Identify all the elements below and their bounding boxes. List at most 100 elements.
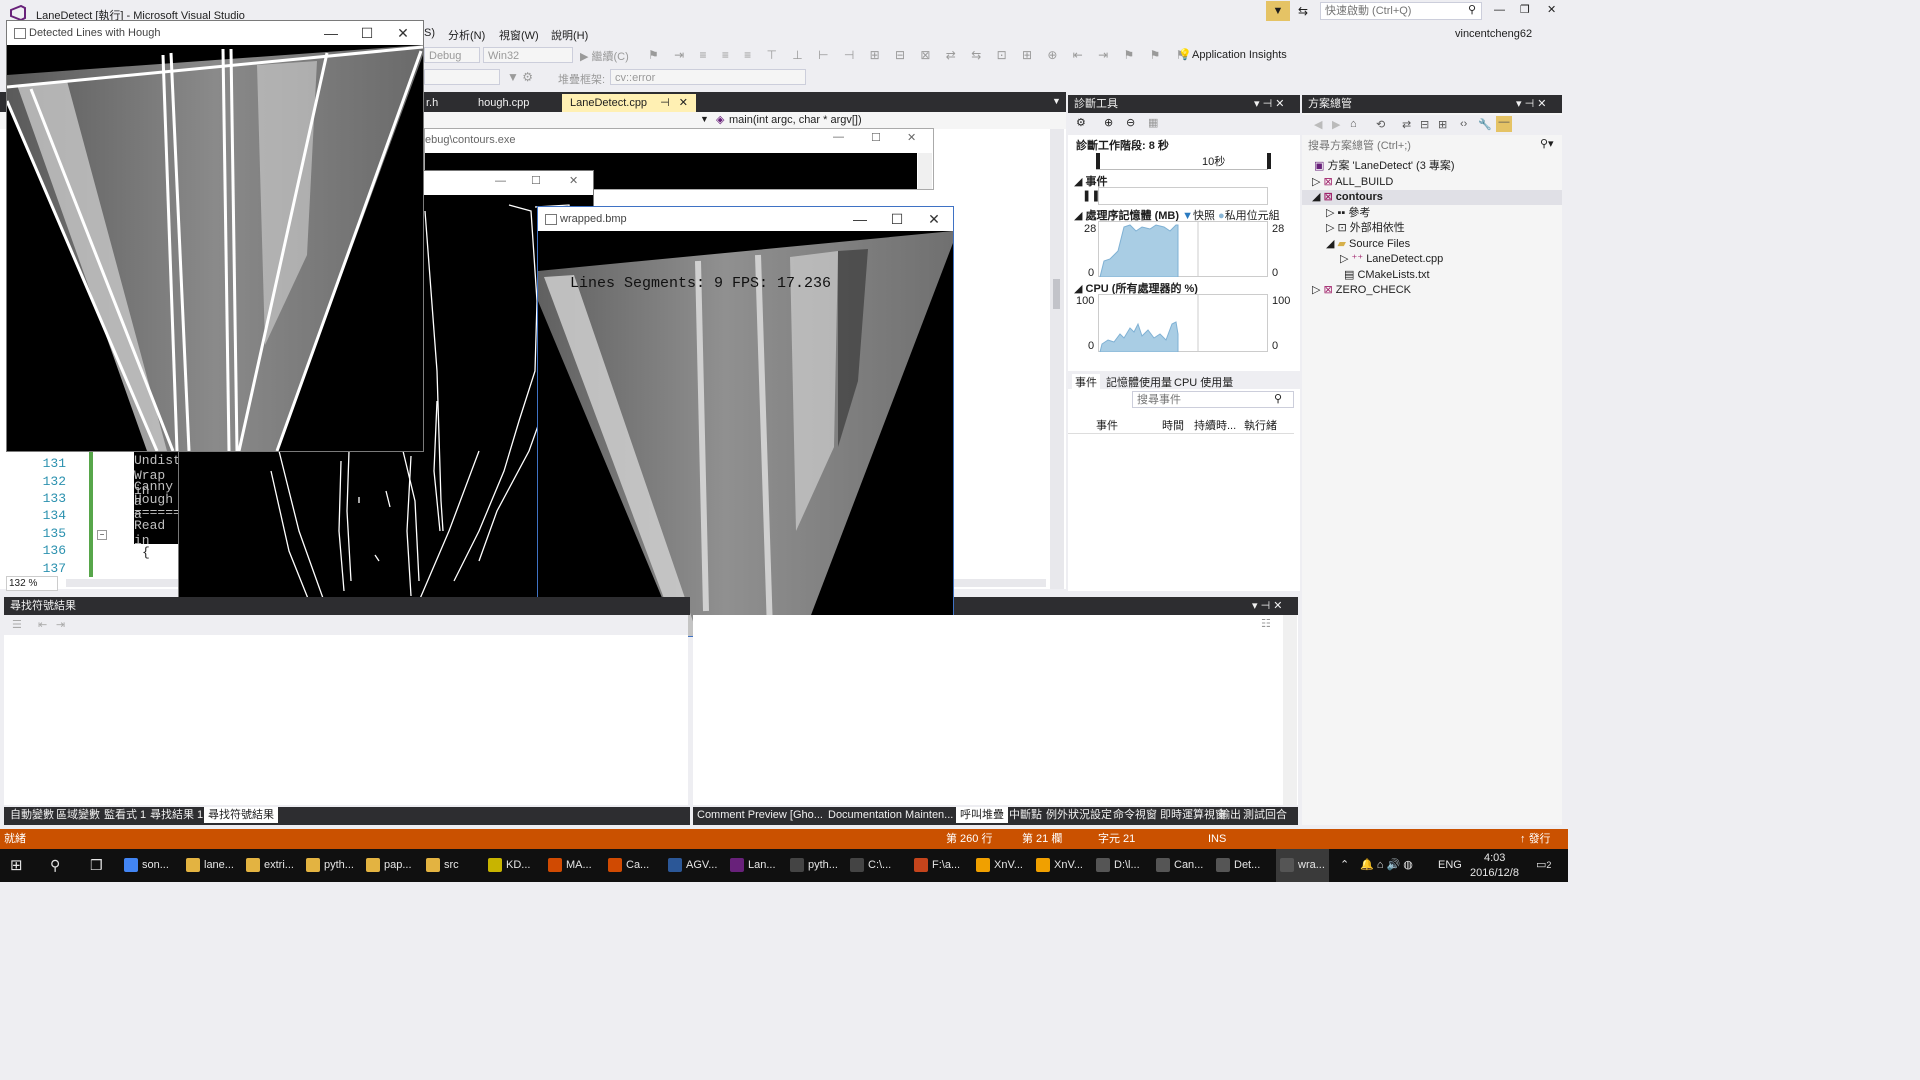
taskbar-app[interactable]: src	[426, 849, 459, 882]
tab-hough-cpp[interactable]: hough.cpp	[470, 94, 537, 112]
close-button[interactable]: ✕	[1547, 3, 1556, 16]
tray-up-icon[interactable]: ⌃	[1340, 849, 1349, 882]
menu-item-window[interactable]: 視窗(W)	[499, 27, 539, 43]
pin-icon[interactable]: ⊣	[660, 97, 670, 109]
pane-controls[interactable]: ▾ ⊣ ✕	[1516, 95, 1546, 113]
next-icon[interactable]: ⇥	[56, 618, 65, 631]
tree-contours[interactable]: ◢ ⊠ contours	[1302, 190, 1562, 205]
tree-external-deps[interactable]: ▷ ⊡ 外部相依性	[1326, 221, 1405, 236]
gear-icon[interactable]: ⚙	[1076, 116, 1086, 129]
vertical-scrollbar[interactable]	[1050, 129, 1064, 589]
tab-exception-settings[interactable]: 例外狀況設定	[1042, 807, 1116, 823]
columns-icon[interactable]: ☷	[1261, 617, 1271, 630]
tree-references[interactable]: ▷ ▪▪ 參考	[1326, 206, 1370, 221]
taskbar-app[interactable]: D:\l...	[1096, 849, 1140, 882]
prev-icon[interactable]: ⇤	[38, 618, 47, 631]
tray-icons[interactable]: 🔔 ⌂ 🔊 ◍	[1360, 849, 1413, 882]
expand-icon[interactable]: ▷	[1326, 222, 1338, 234]
config-combo[interactable]: Debug	[424, 47, 480, 63]
taskbar-app[interactable]: C:\...	[850, 849, 891, 882]
taskbar-app[interactable]: wra...	[1276, 849, 1329, 882]
maximize-button[interactable]: ❐	[1520, 3, 1530, 16]
tab-autos[interactable]: 自動變數	[6, 807, 58, 823]
history-icon[interactable]: ⟲	[1376, 118, 1385, 131]
tree-source-files[interactable]: ◢ ▰ Source Files	[1326, 237, 1410, 252]
taskbar-app[interactable]: KD...	[488, 849, 530, 882]
tab-call-stack[interactable]: 呼叫堆疊	[956, 807, 1008, 823]
hough-lines-window[interactable]: Detected Lines with Hough — ☐ ✕	[6, 20, 424, 452]
console-scrollbar[interactable]	[918, 153, 932, 189]
taskbar-app[interactable]: pyth...	[306, 849, 354, 882]
feedback-icon[interactable]: ⇆	[1298, 4, 1308, 18]
tab-watch1[interactable]: 監看式 1	[100, 807, 150, 823]
bottom-right-scrollbar[interactable]	[1283, 615, 1297, 805]
home-icon[interactable]: ⌂	[1350, 118, 1357, 130]
member-combo[interactable]: main(int argc, char * argv[])	[729, 114, 862, 126]
taskbar-app[interactable]: Can...	[1156, 849, 1203, 882]
taskbar-app[interactable]: AGV...	[668, 849, 717, 882]
diag-timeline[interactable]: 10秒	[1096, 153, 1271, 170]
col-time[interactable]: 時間	[1162, 417, 1184, 433]
taskbar-app[interactable]: XnV...	[1036, 849, 1083, 882]
taskbar-app[interactable]: Lan...	[730, 849, 776, 882]
task-view-icon[interactable]: ❒	[90, 849, 103, 882]
tab-documentation[interactable]: Documentation Mainten...	[824, 807, 957, 823]
tree-zero-check[interactable]: ▷ ⊠ ZERO_CHECK	[1312, 283, 1411, 298]
pane-controls[interactable]: ▾ ⊣ ✕	[1252, 597, 1282, 615]
tab-find-results1[interactable]: 尋找結果 1	[146, 807, 207, 823]
user-name[interactable]: vincentcheng62	[1455, 28, 1532, 40]
expand-icon[interactable]: ▷	[1326, 207, 1338, 219]
menu-item-s[interactable]: S)	[424, 27, 435, 39]
taskbar-app[interactable]: Det...	[1216, 849, 1260, 882]
taskbar-app[interactable]: pap...	[366, 849, 412, 882]
collapse-icon[interactable]: −	[97, 530, 107, 540]
tab-command-window[interactable]: 命令視窗	[1109, 807, 1161, 823]
taskbar-app[interactable]: MA...	[548, 849, 592, 882]
nav-dropdown-icon[interactable]: ▼	[700, 114, 709, 124]
minimize-button[interactable]: —	[313, 21, 349, 45]
search-events-input[interactable]	[1132, 391, 1294, 408]
maximize-button[interactable]: ☐	[871, 131, 881, 144]
close-button[interactable]: ✕	[916, 207, 952, 231]
expand-icon[interactable]: ▷	[1312, 176, 1324, 188]
tab-lanedetect-cpp[interactable]: LaneDetect.cpp ⊣ ✕	[562, 94, 696, 112]
close-button[interactable]: ✕	[385, 21, 421, 45]
back-icon[interactable]: ◀	[1314, 118, 1322, 131]
show-all-icon[interactable]: ⊞	[1438, 118, 1447, 131]
minimize-button[interactable]: —	[833, 131, 844, 143]
collapse-icon[interactable]: ◢	[1326, 238, 1338, 250]
tree-all-build[interactable]: ▷ ⊠ ALL_BUILD	[1312, 175, 1393, 190]
close-button[interactable]: ✕	[907, 131, 916, 144]
tab-events[interactable]: 事件	[1072, 374, 1100, 390]
taskbar-app[interactable]: lane...	[186, 849, 234, 882]
taskbar-app[interactable]: extri...	[246, 849, 294, 882]
wrapped-bmp-window[interactable]: wrapped.bmp — ☐ ✕ Lines Segments: 9 FPS:…	[537, 206, 954, 637]
expand-icon[interactable]: ▷	[1312, 284, 1324, 296]
clock-date[interactable]: 2016/12/8	[1470, 867, 1519, 879]
minimize-button[interactable]: —	[842, 207, 878, 231]
tab-locals[interactable]: 區域變數	[52, 807, 104, 823]
zoom-in-icon[interactable]: ⊕	[1104, 116, 1113, 129]
taskbar-app[interactable]: Ca...	[608, 849, 649, 882]
continue-button[interactable]: ▶ 繼續(C)	[580, 48, 629, 64]
tab-overflow-icon[interactable]: ▼	[1052, 96, 1061, 106]
col-thread[interactable]: 執行緒	[1244, 417, 1277, 433]
solution-search-input[interactable]	[1304, 137, 1560, 154]
tab-cpu-usage[interactable]: CPU 使用量	[1174, 374, 1233, 390]
forward-icon[interactable]: ▶	[1332, 118, 1340, 131]
menu-item-help[interactable]: 說明(H)	[551, 27, 588, 43]
language-indicator[interactable]: ENG	[1438, 849, 1462, 882]
app-insights-button[interactable]: Application Insights	[1192, 49, 1287, 61]
tree-lanedetect-cpp[interactable]: ▷ ⁺⁺ LaneDetect.cpp	[1340, 252, 1443, 267]
menu-item-analyze[interactable]: 分析(N)	[448, 27, 485, 43]
tab-test-run[interactable]: 測試回合	[1239, 807, 1291, 823]
zoom-combo[interactable]: 132 %	[6, 576, 58, 591]
zoom-out-icon[interactable]: ⊖	[1126, 116, 1135, 129]
close-tab-icon[interactable]: ✕	[679, 97, 688, 109]
sync-icon[interactable]: ⇄	[1402, 118, 1411, 131]
list-icon[interactable]: ☰	[12, 618, 22, 631]
reset-zoom-icon[interactable]: ▦	[1148, 116, 1158, 129]
taskbar-app[interactable]: pyth...	[790, 849, 838, 882]
expand-icon[interactable]: ▷	[1340, 253, 1352, 265]
collapse-all-icon[interactable]: ⊟	[1420, 118, 1429, 131]
